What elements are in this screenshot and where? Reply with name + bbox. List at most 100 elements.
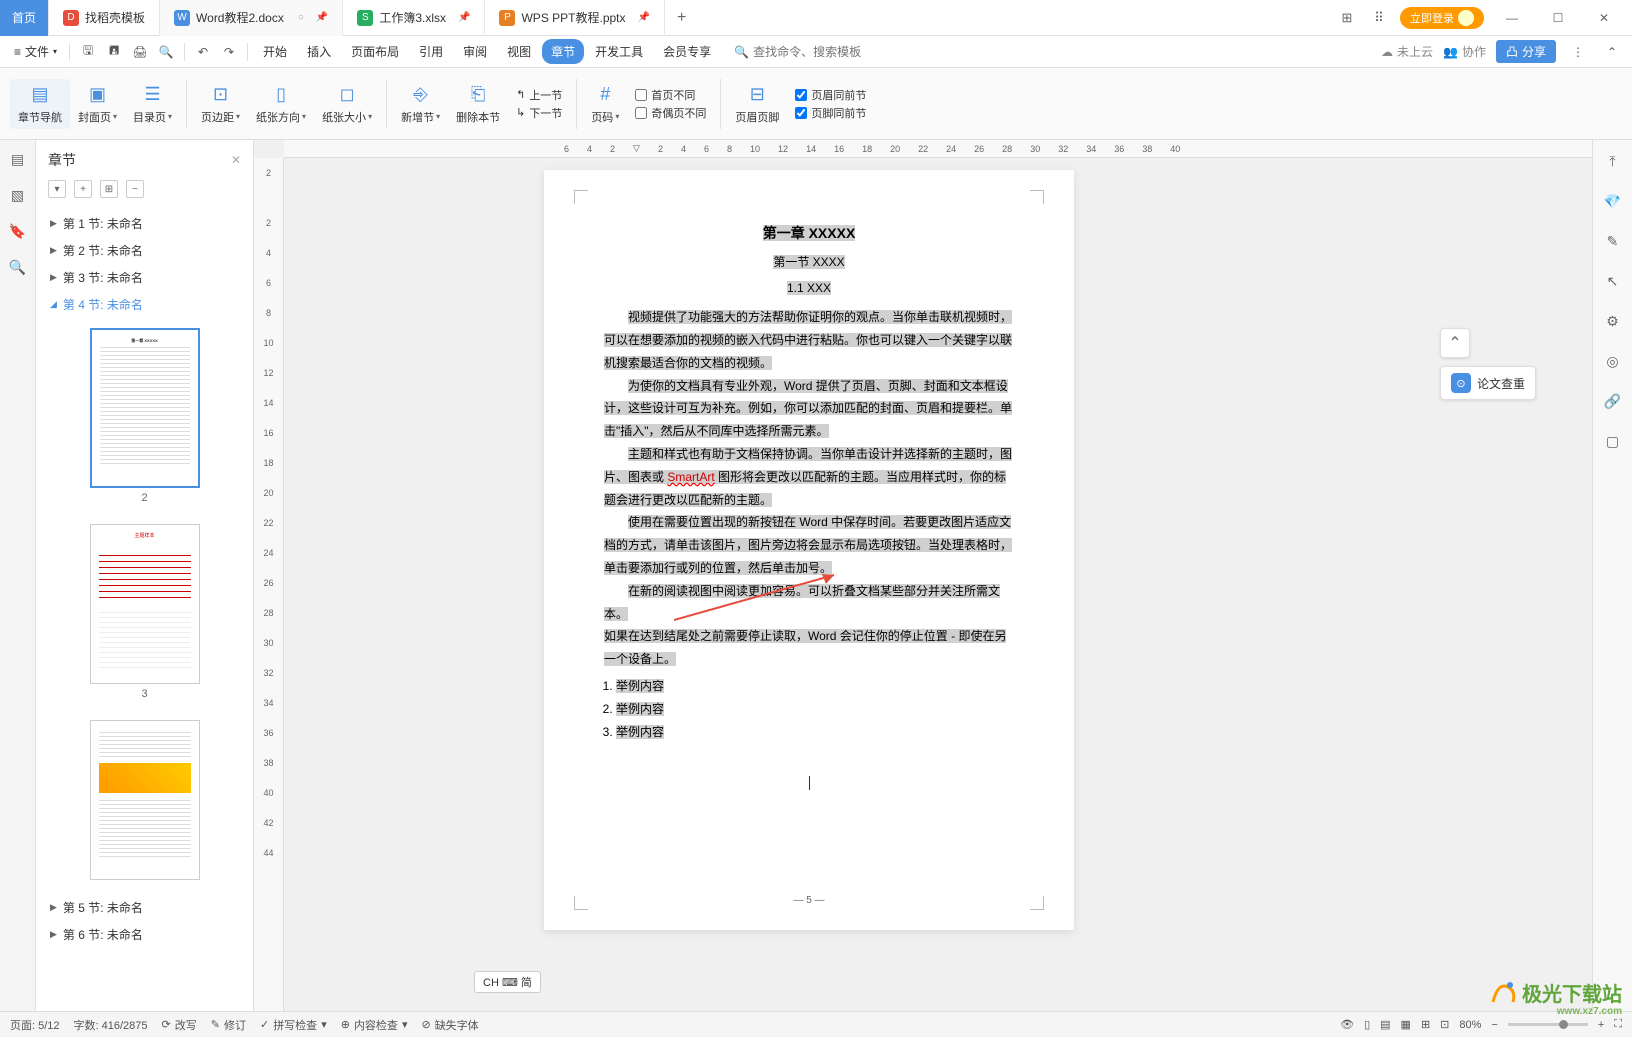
page-number-button[interactable]: # 页码▾ (583, 83, 627, 125)
menu-devtools[interactable]: 开发工具 (586, 39, 652, 64)
remove-tool[interactable]: − (126, 180, 144, 198)
delete-section-button[interactable]: ⎗ 删除本节 (448, 83, 508, 125)
zoom-in-button[interactable]: + (1598, 1019, 1604, 1031)
select-icon[interactable]: ↖ (1602, 270, 1624, 292)
coop-button[interactable]: 👥 协作 (1443, 43, 1486, 60)
section-item-5[interactable]: ▶第 5 节: 未命名 (36, 894, 253, 921)
scroll-top-icon[interactable]: ⤒ (1602, 150, 1624, 172)
link-icon[interactable]: 🔗 (1602, 390, 1624, 412)
more-icon[interactable]: ⋮ (1566, 40, 1590, 64)
revise-button[interactable]: ✎修订 (211, 1017, 246, 1033)
save-as-icon[interactable]: 🖪 (102, 40, 126, 64)
menu-insert[interactable]: 插入 (298, 39, 340, 64)
maximize-button[interactable]: ☐ (1540, 4, 1576, 32)
add-tool[interactable]: + (74, 180, 92, 198)
thumb-2[interactable]: 主题样本 3 (36, 514, 253, 710)
outline-icon[interactable]: ▤ (7, 148, 29, 170)
tab-ppt[interactable]: P WPS PPT教程.pptx 📌 (485, 0, 664, 36)
zoom-out-button[interactable]: − (1491, 1019, 1497, 1031)
collapse-icon[interactable]: ⌃ (1600, 40, 1624, 64)
home-tab[interactable]: 首页 (0, 0, 49, 36)
menu-layout[interactable]: 页面布局 (342, 39, 408, 64)
minimize-button[interactable]: — (1494, 4, 1530, 32)
login-button[interactable]: 立即登录 (1400, 7, 1484, 29)
tab-excel[interactable]: S 工作簿3.xlsx 📌 (343, 0, 485, 36)
thumb-1[interactable]: 第一章 XXXXX 2 (36, 318, 253, 514)
thumbnail-icon[interactable]: ▧ (7, 184, 29, 206)
horizontal-ruler[interactable]: 642 ▽ 2468 10121416 18202224 26283032 34… (284, 140, 1592, 158)
bookmark-icon[interactable]: 🔖 (7, 220, 29, 242)
view-mode-3[interactable]: ▦ (1401, 1018, 1411, 1031)
prev-section-button[interactable]: ↰上一节 (516, 87, 562, 103)
view-mode-2[interactable]: ▤ (1380, 1018, 1390, 1031)
apps-icon[interactable]: ⠿ (1368, 7, 1390, 29)
section-item-6[interactable]: ▶第 6 节: 未命名 (36, 921, 253, 948)
missing-font-button[interactable]: ⊘缺失字体 (421, 1017, 478, 1033)
grid-icon[interactable]: ⊞ (1336, 7, 1358, 29)
cover-page-button[interactable]: ▣ 封面页▾ (70, 83, 125, 125)
vertical-ruler[interactable]: 224 681012 14161820 22242628 30323436 38… (254, 158, 284, 1011)
zoom-slider[interactable] (1508, 1023, 1588, 1026)
menu-view[interactable]: 视图 (498, 39, 540, 64)
menu-section[interactable]: 章节 (542, 39, 584, 64)
tab-template[interactable]: D 找稻壳模板 (49, 0, 160, 36)
menu-start[interactable]: 开始 (254, 39, 296, 64)
menu-member[interactable]: 会员专享 (654, 39, 720, 64)
section-item-2[interactable]: ▶第 2 节: 未命名 (36, 237, 253, 264)
section-item-1[interactable]: ▶第 1 节: 未命名 (36, 210, 253, 237)
menu-review[interactable]: 审阅 (454, 39, 496, 64)
pin-icon[interactable]: 📌 (638, 12, 650, 23)
orientation-button[interactable]: ▯ 纸张方向▾ (248, 83, 314, 125)
section-list[interactable]: ▶第 1 节: 未命名 ▶第 2 节: 未命名 ▶第 3 节: 未命名 ◢第 4… (36, 206, 253, 1011)
cloud-status[interactable]: ☁ 未上云 (1381, 43, 1433, 60)
menu-reference[interactable]: 引用 (410, 39, 452, 64)
pin-icon[interactable]: 📌 (316, 12, 328, 23)
pin-icon[interactable]: 📌 (458, 12, 470, 23)
file-menu[interactable]: ≡ 文件 ▾ (8, 43, 63, 60)
close-button[interactable]: ✕ (1586, 4, 1622, 32)
document-area[interactable]: 642 ▽ 2468 10121416 18202224 26283032 34… (254, 140, 1592, 1011)
undo-icon[interactable]: ↶ (191, 40, 215, 64)
collapse-tool[interactable]: ▾ (48, 180, 66, 198)
close-icon[interactable]: ○ (298, 12, 304, 23)
first-page-diff-checkbox[interactable]: 首页不同 (635, 87, 706, 103)
share-button[interactable]: 凸 分享 (1496, 40, 1556, 63)
command-search[interactable]: 🔍 (734, 45, 873, 59)
tab-word-doc[interactable]: W Word教程2.docx ○ 📌 (160, 0, 343, 36)
insert-section-button[interactable]: ⎆ 新增节▾ (393, 83, 448, 125)
document-page[interactable]: 第一章 XXXXX 第一节 XXXX 1.1 XXX 视频提供了功能强大的方法帮… (544, 170, 1074, 930)
content-check-button[interactable]: ⊕内容检查▾ (341, 1017, 408, 1033)
paper-size-button[interactable]: ◻ 纸张大小▾ (314, 83, 380, 125)
search-rail-icon[interactable]: 🔍 (7, 256, 29, 278)
toc-page-button[interactable]: ☰ 目录页▾ (125, 83, 180, 125)
next-section-button[interactable]: ↳下一节 (516, 105, 562, 121)
section-item-4[interactable]: ◢第 4 节: 未命名 (36, 291, 253, 318)
save-icon[interactable]: 🖫 (76, 40, 100, 64)
spellcheck-button[interactable]: ✓拼写检查▾ (260, 1017, 327, 1033)
odd-even-diff-checkbox[interactable]: 奇偶页不同 (635, 105, 706, 121)
eye-icon[interactable]: 👁 (1340, 1018, 1354, 1031)
zoom-level[interactable]: 80% (1459, 1019, 1481, 1031)
footer-same-checkbox[interactable]: 页脚同前节 (795, 105, 866, 121)
ime-indicator[interactable]: CH ⌨ 简 (474, 971, 541, 993)
view-mode-4[interactable]: ⊞ (1421, 1018, 1430, 1031)
redo-icon[interactable]: ↷ (217, 40, 241, 64)
edit-icon[interactable]: ✎ (1602, 230, 1624, 252)
word-count[interactable]: 字数: 416/2875 (74, 1017, 148, 1033)
section-item-3[interactable]: ▶第 3 节: 未命名 (36, 264, 253, 291)
view-mode-1[interactable]: ▯ (1364, 1018, 1370, 1031)
fit-width-icon[interactable]: ⊡ (1440, 1018, 1449, 1031)
page-thumbnail[interactable]: 主题样本 (90, 524, 200, 684)
section-nav-button[interactable]: ▤ 章节导航 (10, 79, 70, 129)
style-icon[interactable]: 💎 (1602, 190, 1624, 212)
close-panel-icon[interactable]: ✕ (231, 153, 241, 167)
print-preview-icon[interactable]: 🔍 (154, 40, 178, 64)
expand-tool[interactable]: ⊞ (100, 180, 118, 198)
page-count[interactable]: 页面: 5/12 (10, 1017, 60, 1033)
page-thumbnail[interactable]: 第一章 XXXXX (90, 328, 200, 488)
rewrite-button[interactable]: ⟳改写 (162, 1017, 197, 1033)
fullscreen-icon[interactable]: ⛶ (1614, 1018, 1622, 1031)
search-input[interactable] (753, 45, 873, 59)
collapse-float-icon[interactable]: ⌃ (1440, 328, 1470, 358)
header-footer-button[interactable]: ⊟ 页眉页脚 (727, 83, 787, 125)
